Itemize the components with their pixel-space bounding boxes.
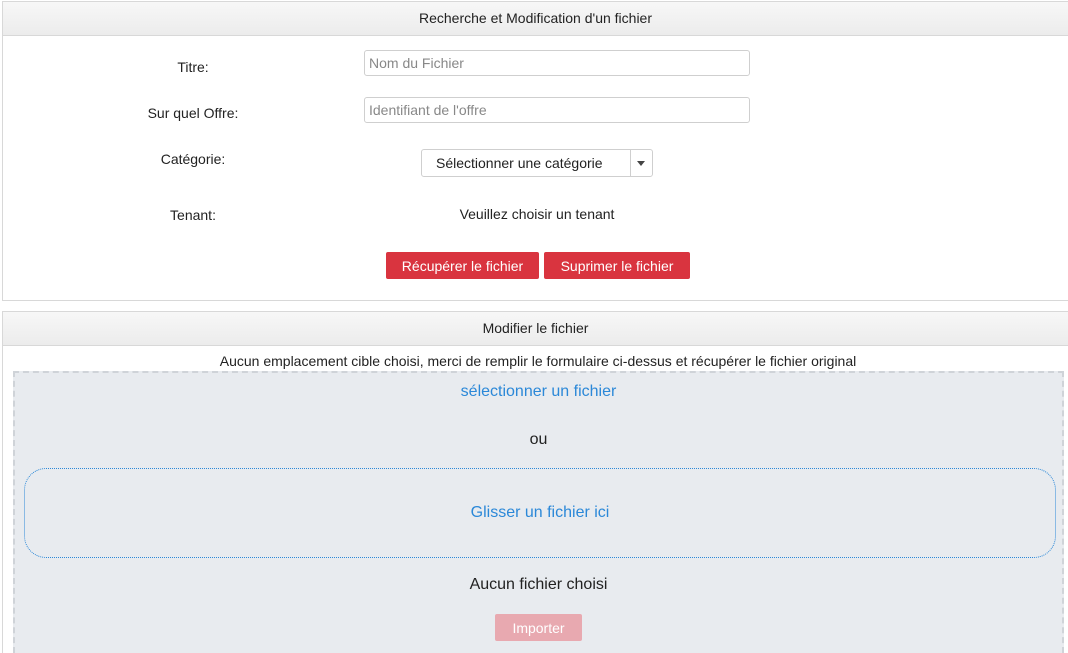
no-file-status: Aucun fichier choisi — [469, 576, 608, 593]
search-panel-title: Recherche et Modification d'un fichier — [3, 2, 1068, 36]
upload-area: sélectionner un fichier ou Glisser un fi… — [13, 371, 1064, 653]
categorie-label: Catégorie: — [160, 151, 226, 167]
import-button[interactable]: Importer — [495, 614, 582, 641]
modify-panel-title: Modifier le fichier — [3, 312, 1068, 346]
supprimer-button[interactable]: Suprimer le fichier — [544, 252, 690, 279]
titre-label: Titre: — [177, 59, 209, 75]
categorie-select-value: Sélectionner une catégorie — [436, 155, 603, 171]
or-text: ou — [529, 431, 548, 448]
chevron-down-icon[interactable] — [630, 150, 652, 176]
offre-label: Sur quel Offre: — [147, 105, 239, 121]
offre-input[interactable] — [364, 97, 750, 123]
tenant-value: Veuillez choisir un tenant — [459, 206, 615, 222]
categorie-select[interactable]: Sélectionner une catégorie — [421, 149, 653, 177]
info-message: Aucun emplacement cible choisi, merci de… — [219, 353, 857, 369]
drop-zone[interactable]: Glisser un fichier ici — [24, 468, 1056, 558]
titre-input[interactable] — [364, 50, 750, 76]
recuperer-button[interactable]: Récupérer le fichier — [386, 252, 539, 279]
drop-zone-text: Glisser un fichier ici — [470, 504, 610, 521]
tenant-label: Tenant: — [170, 207, 216, 223]
select-file-link[interactable]: sélectionner un fichier — [15, 383, 1062, 401]
